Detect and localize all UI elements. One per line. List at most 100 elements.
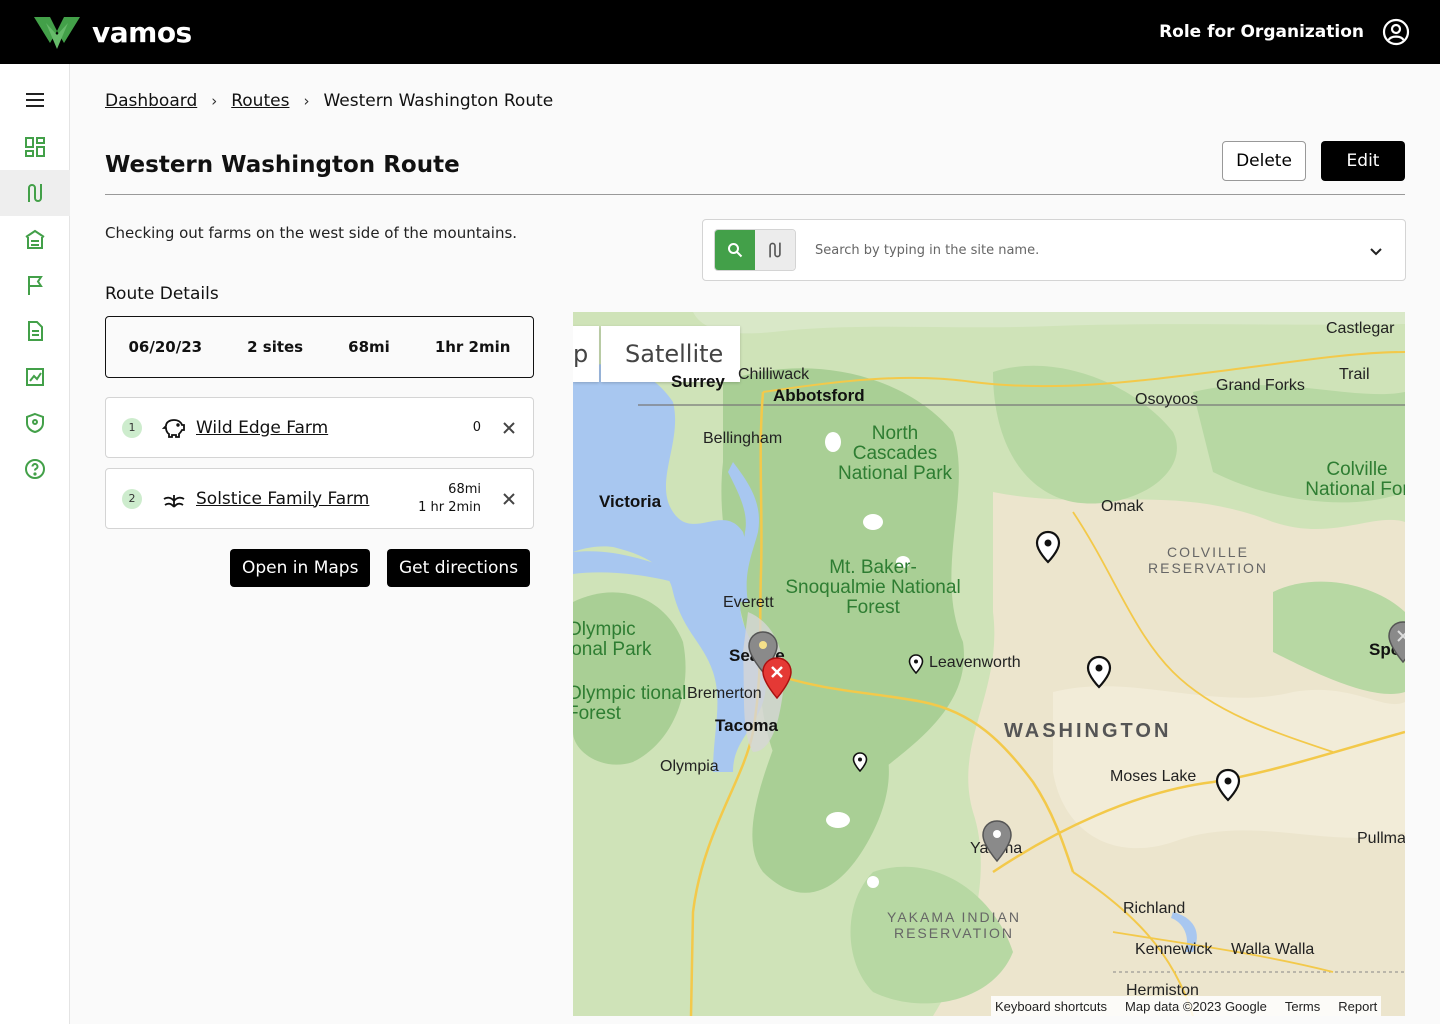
map-label: Olympia <box>660 758 719 775</box>
sidebar-item-sites[interactable] <box>0 216 70 262</box>
route-mode-button[interactable] <box>755 230 795 270</box>
brand-name: vamos <box>92 15 192 49</box>
satellite-tab-label: Satellite <box>625 340 724 368</box>
map-label: YAKAMA INDIAN RESERVATION <box>887 909 1021 941</box>
close-icon <box>503 492 515 505</box>
sidebar-item-analytics[interactable] <box>0 354 70 400</box>
map-pin-icon[interactable] <box>908 654 924 674</box>
search-mode-toggle <box>714 229 796 271</box>
route-details-label: Route Details <box>105 284 219 304</box>
map-label: Richland <box>1123 900 1186 917</box>
shield-icon <box>26 412 44 434</box>
delete-button[interactable]: Delete <box>1222 141 1306 181</box>
map-tab-label: p <box>573 340 589 368</box>
map-label: North Cascades National Park <box>837 423 953 484</box>
map-label: Trail <box>1339 366 1370 383</box>
map-data-text: Map data ©2023 Google <box>1125 998 1267 1014</box>
chart-icon <box>26 368 44 386</box>
map[interactable]: p Satellite Castlegar Trail Grand Forks … <box>573 312 1405 1016</box>
chevron-right-icon: › <box>303 92 310 110</box>
sidebar-item-help[interactable] <box>0 446 70 492</box>
breadcrumb: Dashboard › Routes › Western Washington … <box>105 91 553 111</box>
map-pin-selected-icon[interactable] <box>761 656 793 700</box>
route-date: 06/20/23 <box>128 338 203 356</box>
site-number: 2 <box>122 488 142 509</box>
get-directions-button[interactable]: Get directions <box>387 549 531 587</box>
brand[interactable]: vamos <box>32 13 192 51</box>
site-name-link[interactable]: Solstice Family Farm <box>196 489 418 509</box>
remove-site-button[interactable] <box>499 418 519 438</box>
map-label: Walla Walla <box>1231 941 1315 958</box>
edit-button[interactable]: Edit <box>1321 141 1405 181</box>
route-description: Checking out farms on the west side of t… <box>105 224 518 242</box>
site-meta: 0 <box>473 419 481 437</box>
map-label: WASHINGTON <box>1004 720 1172 742</box>
keyboard-shortcuts-link[interactable]: Keyboard shortcuts <box>995 999 1107 1014</box>
chevron-down-icon[interactable] <box>1369 242 1383 261</box>
chevron-right-icon: › <box>211 92 218 110</box>
account-icon[interactable] <box>1382 18 1410 46</box>
pig-icon <box>162 416 186 440</box>
map-tab[interactable]: p <box>573 326 599 382</box>
site-duration: 1 hr 2min <box>418 499 481 515</box>
vamos-logo-icon <box>34 17 80 49</box>
dashboard-icon <box>25 137 45 157</box>
map-pin-gray-icon[interactable] <box>981 819 1013 863</box>
map-label: Olympic tional Forest <box>573 683 687 724</box>
map-pin-gray-icon[interactable] <box>1387 620 1405 664</box>
map-footer: Keyboard shortcuts Map data ©2023 Google… <box>991 996 1382 1016</box>
sidebar-item-security[interactable] <box>0 400 70 446</box>
map-pin-icon[interactable] <box>852 752 868 772</box>
map-label: Mt. Baker-Snoqualmie National Forest <box>785 557 961 618</box>
search-icon <box>728 243 743 258</box>
map-label: Castlegar <box>1326 320 1395 337</box>
barn-icon <box>25 229 45 249</box>
map-label: Olympic ional Park <box>573 619 652 660</box>
divider <box>105 194 1405 195</box>
map-pin-icon[interactable] <box>1086 655 1112 689</box>
role-text[interactable]: Role for Organization <box>1159 22 1364 42</box>
route-sites-count: 2 sites <box>247 338 304 356</box>
site-meta: 68mi 1 hr 2min <box>418 481 481 517</box>
map-label: Grand Forks <box>1216 377 1305 394</box>
route-icon <box>28 184 42 202</box>
map-pin-icon[interactable] <box>1215 768 1241 802</box>
search-input[interactable] <box>815 242 1335 258</box>
site-search <box>702 219 1406 281</box>
report-link[interactable]: Report <box>1338 999 1377 1014</box>
map-label: Surrey <box>671 372 725 391</box>
help-icon <box>25 459 45 479</box>
top-bar: vamos Role for Organization <box>0 0 1440 64</box>
map-label: Osoyoos <box>1135 391 1199 408</box>
site-distance: 0 <box>472 419 481 435</box>
map-pin-icon[interactable] <box>1035 530 1061 564</box>
site-card: 1 Wild Edge Farm 0 <box>105 397 534 458</box>
sidebar-item-flag[interactable] <box>0 262 70 308</box>
flag-icon <box>28 276 43 295</box>
document-icon <box>28 321 43 341</box>
site-name-link[interactable]: Wild Edge Farm <box>196 418 473 438</box>
map-label: Bellingham <box>703 430 783 447</box>
menu-button[interactable] <box>0 77 70 123</box>
site-distance: 68mi <box>448 481 481 497</box>
sidebar-item-dashboard[interactable] <box>0 124 70 170</box>
terms-link[interactable]: Terms <box>1285 999 1320 1014</box>
breadcrumb-routes[interactable]: Routes <box>231 91 289 111</box>
breadcrumb-dashboard[interactable]: Dashboard <box>105 91 197 111</box>
site-card: 2 Solstice Family Farm 68mi 1 hr 2min <box>105 468 534 529</box>
sidebar-item-routes[interactable] <box>0 170 70 216</box>
map-label: Abbotsford <box>773 386 865 405</box>
map-label: Pullma <box>1357 830 1405 847</box>
route-distance: 68mi <box>348 338 390 356</box>
open-in-maps-button[interactable]: Open in Maps <box>230 549 371 587</box>
route-duration: 1hr 2min <box>434 338 511 356</box>
map-label: Everett <box>723 594 774 611</box>
search-mode-button[interactable] <box>715 230 755 270</box>
map-label: Colville National For <box>1305 459 1405 500</box>
map-label: Omak <box>1101 498 1144 515</box>
page-title: Western Washington Route <box>105 152 460 178</box>
map-label: COLVILLE RESERVATION <box>1148 544 1269 576</box>
sidebar-item-reports[interactable] <box>0 308 70 354</box>
remove-site-button[interactable] <box>499 489 519 509</box>
route-icon <box>769 242 781 258</box>
